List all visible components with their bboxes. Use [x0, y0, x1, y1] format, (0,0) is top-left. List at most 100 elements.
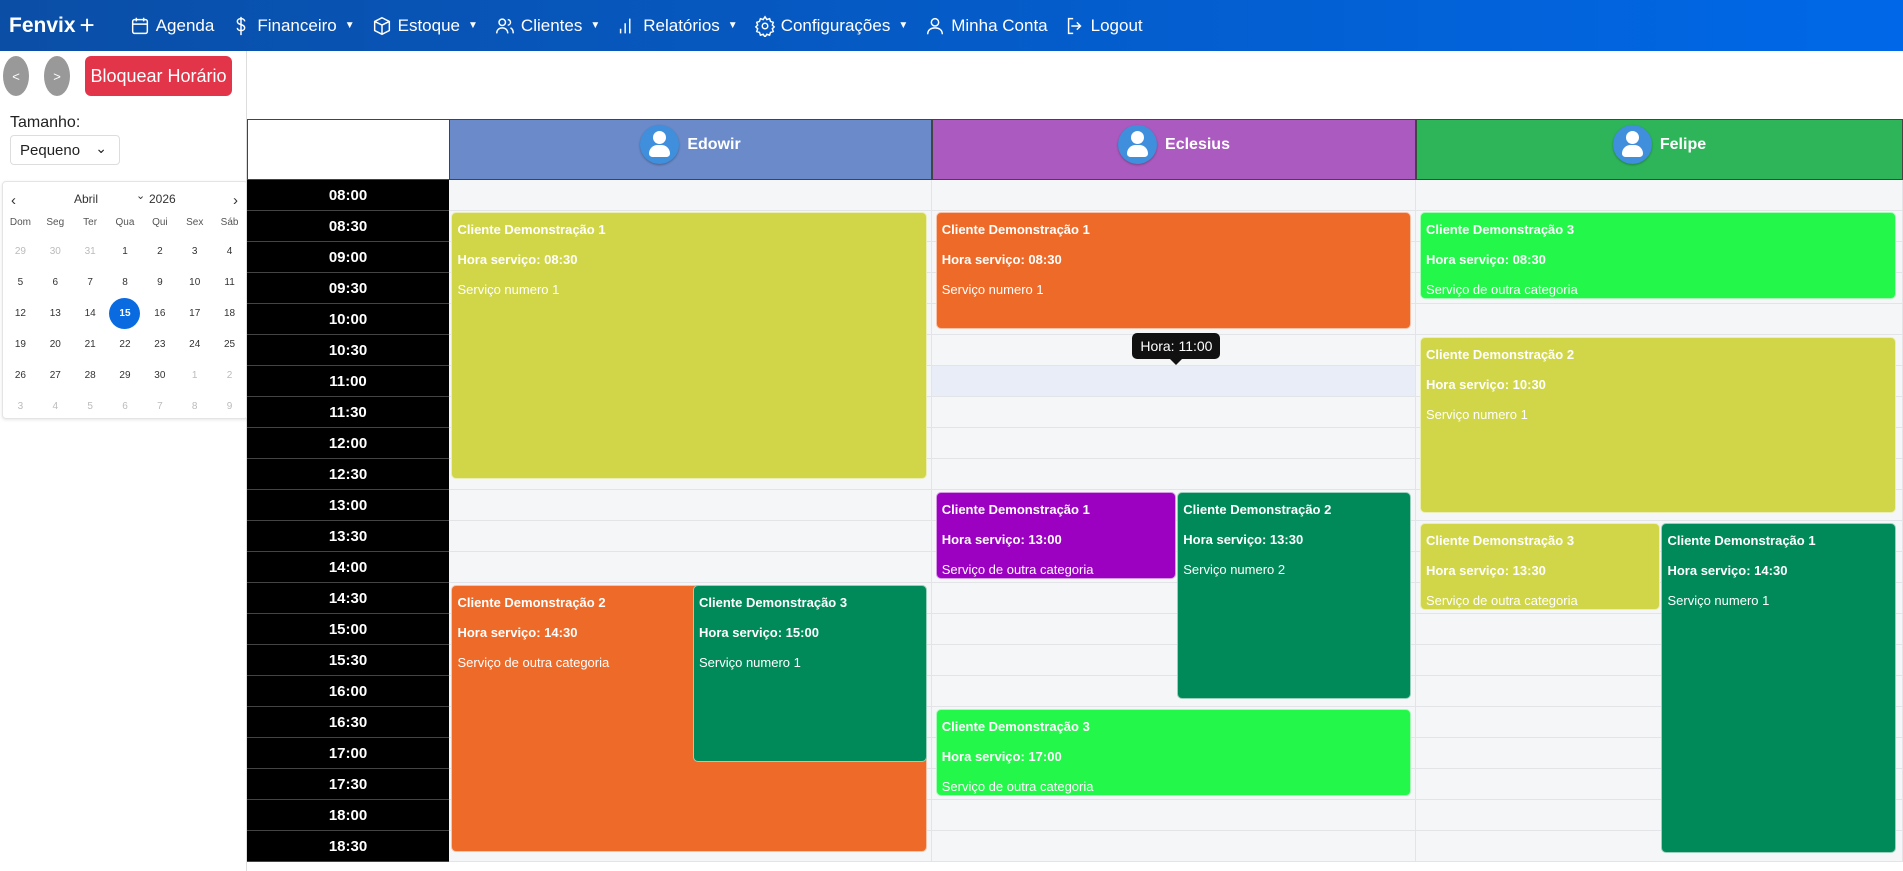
calendar-day[interactable]: 29 [3, 236, 38, 267]
nav-users[interactable]: Clientes ▼ [494, 15, 600, 37]
client-name: Cliente Demonstração 2 [1183, 501, 1332, 517]
appointment-card[interactable]: Cliente Demonstração 1 Hora serviço: 14:3… [1661, 523, 1896, 854]
top-navbar: Fenvix + Agenda Financeiro ▼ Estoque ▼ Cliente… [0, 0, 1903, 51]
appointment-card[interactable]: Cliente Demonstração 1 Hora serviço: 13:0… [935, 491, 1177, 579]
logout-icon [1067, 17, 1082, 34]
nav-calendar[interactable]: Agenda [129, 15, 214, 37]
nav-bar-chart[interactable]: Relatórios ▼ [616, 15, 738, 37]
calendar-day[interactable]: 3 [177, 236, 212, 267]
calendar-day[interactable]: 30 [142, 360, 177, 391]
nav-box[interactable]: Estoque ▼ [371, 15, 478, 37]
calendar-day[interactable]: 15 [108, 298, 143, 329]
calendar-day[interactable]: 7 [142, 391, 177, 422]
calendar-day[interactable]: 6 [108, 391, 143, 422]
calendar-day[interactable]: 4 [212, 236, 247, 267]
calendar-day[interactable]: 16 [142, 298, 177, 329]
calendar-day[interactable]: 27 [38, 360, 73, 391]
calendar-day[interactable]: 10 [177, 267, 212, 298]
users-icon [495, 17, 514, 33]
month-select[interactable]: Abril [74, 192, 98, 206]
staff-header-felipe: Felipe [1416, 119, 1903, 180]
time-slot[interactable] [449, 180, 932, 211]
calendar-day[interactable]: 4 [38, 391, 73, 422]
time-slot[interactable] [1416, 304, 1903, 335]
toolbar-area [248, 51, 1903, 119]
selected-day[interactable]: 15 [109, 298, 141, 329]
size-label: Tamanho: [10, 114, 81, 131]
block-time-button[interactable]: Bloquear Horário [85, 56, 232, 96]
time-slot[interactable] [932, 397, 1416, 428]
appointment-card[interactable]: Cliente Demonstração 3 Hora serviço: 13:3… [1419, 523, 1661, 611]
calendar-day[interactable]: 26 [3, 360, 38, 391]
time-label: 12:00 [247, 428, 449, 459]
calendar-day[interactable]: 23 [142, 329, 177, 360]
calendar-day[interactable]: 28 [73, 360, 108, 391]
calendar-day[interactable]: 30 [38, 236, 73, 267]
time-slot[interactable] [449, 521, 932, 552]
appointment-card[interactable]: Cliente Demonstração 1 Hora serviço: 08:3… [935, 212, 1412, 329]
avatar [1612, 125, 1652, 164]
brand-logo[interactable]: Fenvix + [9, 10, 95, 41]
calendar-day[interactable]: 13 [38, 298, 73, 329]
next-month-icon[interactable]: › [233, 192, 238, 209]
calendar-day[interactable]: 20 [38, 329, 73, 360]
service-name: Serviço de outra categoria [941, 561, 1094, 577]
calendar-day[interactable]: 2 [212, 360, 247, 391]
client-name: Cliente Demonstração 1 [941, 222, 1090, 238]
calendar-day[interactable]: 9 [142, 267, 177, 298]
appointment-card[interactable]: Cliente Demonstração 2 Hora serviço: 10:3… [1419, 337, 1896, 514]
calendar-day[interactable]: 12 [3, 298, 38, 329]
calendar-day[interactable]: 1 [108, 236, 143, 267]
calendar-day[interactable]: 25 [212, 329, 247, 360]
calendar-day[interactable]: 18 [212, 298, 247, 329]
time-label: 13:30 [247, 521, 449, 552]
time-slot[interactable] [932, 459, 1416, 490]
time-slot[interactable] [932, 831, 1416, 862]
service-time: Hora serviço: 17:00 [941, 748, 1062, 764]
calendar-day[interactable]: 17 [177, 298, 212, 329]
time-slot[interactable] [1416, 180, 1903, 211]
calendar-day[interactable]: 29 [108, 360, 143, 391]
appointment-card[interactable]: Cliente Demonstração 1 Hora serviço: 08:3… [451, 212, 928, 480]
prev-month-icon[interactable]: ‹ [11, 192, 16, 209]
calendar-day[interactable]: 21 [73, 329, 108, 360]
calendar-day[interactable]: 24 [177, 329, 212, 360]
calendar-day[interactable]: 8 [108, 267, 143, 298]
prev-day-button[interactable]: < [3, 56, 29, 96]
calendar-day[interactable]: 1 [177, 360, 212, 391]
calendar-day[interactable]: 3 [3, 391, 38, 422]
calendar-day[interactable]: 22 [108, 329, 143, 360]
client-name: Cliente Demonstração 3 [941, 718, 1090, 734]
time-slot[interactable] [932, 366, 1416, 397]
time-slot[interactable] [932, 180, 1416, 211]
calendar-day[interactable]: 5 [3, 267, 38, 298]
appointment-card[interactable]: Cliente Demonstração 2 Hora serviço: 13:3… [1177, 491, 1412, 700]
calendar-day[interactable]: 9 [212, 391, 247, 422]
appointment-card[interactable]: Cliente Demonstração 3 Hora serviço: 15:0… [692, 584, 928, 763]
calendar-day[interactable]: 11 [212, 267, 247, 298]
nav-logout[interactable]: Logout [1064, 15, 1143, 37]
time-slot[interactable] [449, 552, 932, 583]
staff-header-eclesius: Eclesius [932, 119, 1416, 180]
calendar-day[interactable]: 6 [38, 267, 73, 298]
calendar-day[interactable]: 5 [73, 391, 108, 422]
time-slot[interactable] [932, 800, 1416, 831]
year-select[interactable]: 2026 [149, 192, 176, 206]
nav-user[interactable]: Minha Conta [924, 15, 1048, 37]
time-slot[interactable] [932, 428, 1416, 459]
time-slot[interactable] [449, 490, 932, 521]
nav-dollar[interactable]: Financeiro ▼ [230, 15, 355, 37]
size-select[interactable]: Pequeno ⌄ [10, 135, 120, 165]
nav-gear[interactable]: Configurações ▼ [754, 15, 908, 37]
calendar-day[interactable]: 19 [3, 329, 38, 360]
appointment-card[interactable]: Cliente Demonstração 3 Hora serviço: 17:0… [935, 708, 1412, 797]
calendar-day[interactable]: 31 [73, 236, 108, 267]
calendar-day[interactable]: 2 [142, 236, 177, 267]
appointment-card[interactable]: Cliente Demonstração 3 Hora serviço: 08:3… [1419, 212, 1896, 299]
calendar-day[interactable]: 14 [73, 298, 108, 329]
nav-label: Minha Conta [951, 15, 1048, 35]
calendar-day[interactable]: 7 [73, 267, 108, 298]
next-day-button[interactable]: > [44, 56, 70, 96]
calendar-icon [131, 17, 148, 34]
calendar-day[interactable]: 8 [177, 391, 212, 422]
